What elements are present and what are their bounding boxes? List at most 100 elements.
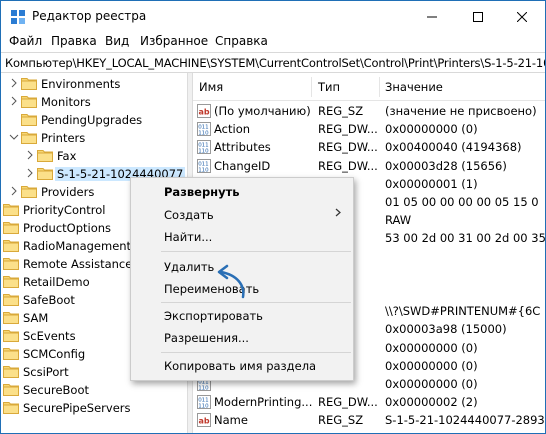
chevron-right-icon[interactable] [25, 149, 35, 161]
annotation-arrow-icon [217, 264, 245, 299]
value-name: Attributes [214, 140, 271, 155]
value-row[interactable]: ab (По умолчанию) REG_SZ (значение не присв… [193, 102, 545, 120]
tree-item[interactable]: PendingUpgrades [1, 111, 187, 129]
folder-icon [3, 204, 19, 216]
menu-item-find[interactable]: Найти... [164, 230, 212, 244]
string-value-icon: ab [197, 413, 211, 428]
tree-item-label: Environments [41, 77, 121, 91]
folder-icon [3, 222, 19, 234]
value-data: 0x00000001 (1) [385, 176, 478, 191]
tree-item-label: Remote Assistance [23, 257, 133, 271]
menu-bar: Файл Правка Вид Избранное Справка [1, 32, 545, 52]
tree-item-label: SAM [23, 311, 49, 325]
maximize-button[interactable] [455, 1, 501, 32]
tree-item[interactable]: Environments [1, 75, 187, 93]
tree-item[interactable]: Fax [1, 147, 187, 165]
tree-item[interactable]: Printers [1, 129, 187, 147]
registry-editor-window: Редактор реестра Файл Правка Вид Избранн… [0, 0, 546, 434]
menu-help[interactable]: Справка [215, 34, 268, 48]
tree-item[interactable]: SecureBoot [1, 381, 187, 399]
tree-item-label: SCMConfig [23, 347, 86, 361]
list-header: Имя Тип Значение [193, 73, 545, 101]
value-row[interactable]: 011 110 ChangeID REG_DW... 0x00003d28 (15656… [193, 157, 545, 175]
title-bar: Редактор реестра [1, 1, 545, 32]
value-row[interactable]: 011 110 ModernPrinting... REG_DW... 0x000000… [193, 393, 545, 411]
value-name: Name [214, 413, 248, 428]
address-bar[interactable]: Компьютер\HKEY_LOCAL_MACHINE\SYSTEM\Curr… [1, 52, 545, 73]
value-data: 0x00000000 (0) [385, 340, 478, 355]
value-row[interactable]: ab Name REG_SZ S-1-5-21-1024440077-28939 [193, 411, 545, 429]
value-data: 0x00000000 (0) [385, 122, 478, 137]
folder-icon [3, 240, 19, 252]
value-row[interactable]: 011 110 Attributes REG_DW... 0x00400040 (419… [193, 138, 545, 156]
folder-icon [3, 312, 19, 324]
menu-favorites[interactable]: Избранное [140, 34, 208, 48]
tree-item-label: SecureBoot [23, 383, 90, 397]
folder-icon [3, 348, 19, 360]
address-path: Компьютер\HKEY_LOCAL_MACHINE\SYSTEM\Curr… [5, 56, 546, 70]
menu-view[interactable]: Вид [105, 34, 129, 48]
tree-item-label: Providers [41, 185, 95, 199]
value-row[interactable]: 011 110 Action REG_DW... 0x00000000 (0) [193, 120, 545, 138]
menu-file[interactable]: Файл [9, 34, 42, 48]
binary-value-icon: 011110 [197, 395, 211, 410]
svg-text:110: 110 [198, 131, 209, 137]
tree-item-label: RadioManagement [23, 239, 132, 253]
binary-value-icon: 011110 [197, 140, 211, 155]
chevron-down-icon[interactable] [9, 131, 19, 143]
tree-item-label: SafeBoot [23, 293, 75, 307]
tree-item-label: Fax [57, 149, 77, 163]
column-header-name[interactable]: Имя [199, 80, 223, 94]
tree-item-label: Printers [41, 131, 86, 145]
chevron-right-icon[interactable] [25, 167, 35, 179]
value-data: 0x00000000 (0) [385, 358, 478, 373]
tree-item-label: ProductOptions [23, 221, 112, 235]
folder-icon [21, 78, 37, 90]
close-icon [517, 11, 527, 22]
tree-item[interactable]: Monitors [1, 93, 187, 111]
binary-value-icon: 011110 [197, 122, 211, 137]
svg-text:110: 110 [198, 149, 209, 155]
value-data: 53 00 2d 00 31 00 2d 00 35 0 [385, 231, 545, 246]
string-value-icon: ab [197, 104, 211, 118]
column-separator[interactable] [379, 77, 380, 97]
window-title: Редактор реестра [32, 9, 147, 23]
chevron-right-icon[interactable] [9, 95, 19, 107]
folder-icon [3, 402, 19, 414]
tree-item-label: SecurePipeServers [23, 401, 131, 415]
folder-icon [3, 294, 19, 306]
folder-icon [3, 330, 19, 342]
value-data: 0x00000000 (0) [385, 377, 478, 391]
value-data: (значение не присвоено) [385, 104, 537, 118]
chevron-right-icon[interactable] [9, 77, 19, 89]
menu-item-export[interactable]: Экспортировать [164, 309, 263, 323]
column-header-value[interactable]: Значение [385, 80, 443, 94]
value-name: (По умолчанию) [214, 104, 311, 118]
tree-item-label: PendingUpgrades [41, 113, 143, 127]
value-data: \\?\SWD#PRINTENUM#{6C [385, 304, 541, 319]
minimize-icon [427, 16, 437, 17]
tree-item-label: ScsiPort [23, 365, 69, 379]
minimize-button[interactable] [409, 1, 455, 32]
value-type: REG_DW... [318, 395, 378, 410]
chevron-right-icon[interactable] [9, 185, 19, 197]
tree-item-label: RetailDemo [23, 275, 90, 289]
column-header-type[interactable]: Тип [318, 80, 340, 94]
menu-item-create[interactable]: Создать [164, 208, 214, 222]
value-type: REG_DW... [318, 140, 378, 155]
menu-item-permissions[interactable]: Разрешения... [164, 331, 249, 345]
value-type: REG_DW... [318, 122, 378, 137]
tree-item[interactable]: SecurePipeServers [1, 399, 187, 417]
value-data: 0x00400040 (4194368) [385, 140, 522, 155]
menu-edit[interactable]: Правка [51, 34, 97, 48]
folder-icon [37, 168, 53, 180]
column-separator[interactable] [311, 77, 312, 97]
svg-text:110: 110 [198, 167, 209, 173]
folder-icon [21, 96, 37, 108]
close-button[interactable] [499, 1, 545, 32]
value-name: Action [214, 122, 251, 137]
tree-item-label: PriorityControl [23, 203, 106, 217]
menu-item-copy-key-name[interactable]: Копировать имя раздела [164, 359, 316, 373]
tree-item-label: Monitors [41, 95, 91, 109]
menu-item-expand[interactable]: Развернуть [164, 185, 240, 199]
